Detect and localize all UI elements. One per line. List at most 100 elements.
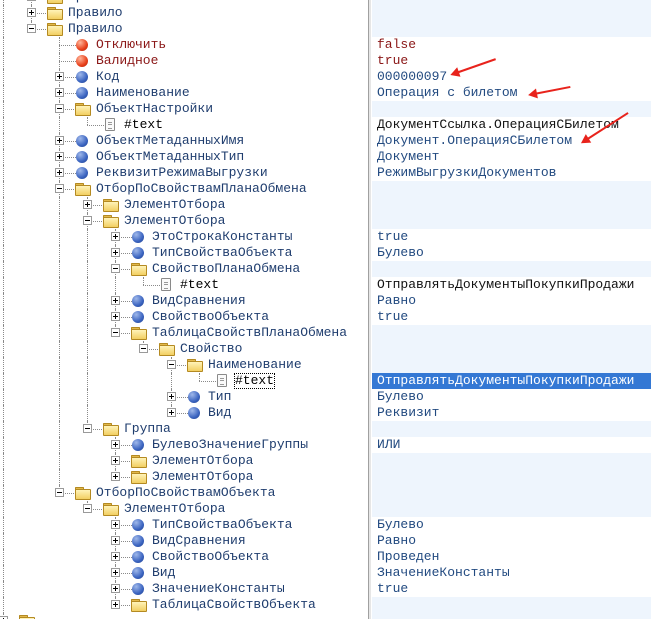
node-value[interactable] (372, 213, 651, 229)
collapse-icon[interactable] (27, 24, 36, 33)
node-value[interactable]: true (372, 309, 651, 325)
expand-icon[interactable] (111, 552, 120, 561)
node-value[interactable]: Операция с билетом (372, 85, 651, 101)
values-panel[interactable]: false true 000000097 Операция с билетом Доку… (372, 0, 651, 619)
expand-icon[interactable] (55, 136, 64, 145)
expand-icon[interactable] (111, 520, 120, 529)
tree-node[interactable]: Наименование (0, 357, 369, 373)
collapse-icon[interactable] (55, 488, 64, 497)
node-value[interactable]: РежимВыгрузкиДокументов (372, 165, 651, 181)
tree-node[interactable]: ОбъектМетаданныхИмя (0, 133, 369, 149)
tree-node[interactable]: ТаблицаСвойствПланаОбмена (0, 325, 369, 341)
node-value[interactable]: true (372, 53, 651, 69)
node-value[interactable] (372, 261, 651, 277)
node-value[interactable]: Равно (372, 533, 651, 549)
collapse-icon[interactable] (167, 360, 176, 369)
tree-node[interactable]: ЭлементОтбора (0, 213, 369, 229)
tree-node[interactable]: ЭлементОтбора (0, 453, 369, 469)
collapse-icon[interactable] (111, 264, 120, 273)
xml-tree-panel[interactable]: ПравилоПравилоПравилоОтключитьВалидноеКо… (0, 0, 369, 619)
column-splitter[interactable] (368, 0, 371, 619)
tree-node[interactable]: ТаблицаСвойствОбъекта (0, 597, 369, 613)
tree-node[interactable]: Тип (0, 389, 369, 405)
tree-node[interactable]: ТипСвойстваОбъекта (0, 517, 369, 533)
tree-node[interactable]: #text (0, 117, 369, 133)
tree-node[interactable]: ВидСравнения (0, 533, 369, 549)
tree-node[interactable]: ОбъектМетаданныхТип (0, 149, 369, 165)
expand-icon[interactable] (167, 392, 176, 401)
tree-node[interactable]: Правило (0, 5, 369, 21)
expand-icon[interactable] (111, 472, 120, 481)
tree-node[interactable]: Отключить (0, 37, 369, 53)
expand-icon[interactable] (111, 600, 120, 609)
node-value[interactable]: Реквизит (372, 405, 651, 421)
tree-node[interactable]: Вид (0, 405, 369, 421)
tree-node[interactable]: БулевоЗначениеГруппы (0, 437, 369, 453)
node-value[interactable] (372, 181, 651, 197)
node-value[interactable]: ОтправлятьДокументыПокупкиПродажи (372, 373, 651, 389)
node-value[interactable]: ОтправлятьДокументыПокупкиПродажи (372, 277, 651, 293)
node-value[interactable]: false (372, 37, 651, 53)
expand-icon[interactable] (27, 8, 36, 17)
tree-node[interactable] (0, 613, 369, 619)
tree-node[interactable]: Валидное (0, 53, 369, 69)
node-value[interactable]: true (372, 581, 651, 597)
tree-node[interactable]: #text (0, 277, 369, 293)
expand-icon[interactable] (55, 168, 64, 177)
node-value[interactable] (372, 21, 651, 37)
node-value[interactable] (372, 469, 651, 485)
node-value[interactable] (372, 453, 651, 469)
tree-node[interactable]: СвойствоПланаОбмена (0, 261, 369, 277)
collapse-icon[interactable] (83, 504, 92, 513)
expand-icon[interactable] (111, 584, 120, 593)
node-value[interactable] (372, 485, 651, 501)
node-value[interactable] (372, 197, 651, 213)
tree-node[interactable]: Код (0, 69, 369, 85)
expand-icon[interactable] (83, 200, 92, 209)
tree-node[interactable]: Свойство (0, 341, 369, 357)
tree-node[interactable]: ЭлементОтбора (0, 469, 369, 485)
tree-node[interactable]: РеквизитРежимаВыгрузки (0, 165, 369, 181)
tree-node[interactable]: ТипСвойстваОбъекта (0, 245, 369, 261)
node-value[interactable] (372, 341, 651, 357)
node-value[interactable]: Булево (372, 245, 651, 261)
expand-icon[interactable] (111, 568, 120, 577)
tree-node[interactable]: СвойствоОбъекта (0, 549, 369, 565)
collapse-icon[interactable] (55, 184, 64, 193)
tree-node[interactable]: ЭлементОтбора (0, 501, 369, 517)
expand-icon[interactable] (111, 440, 120, 449)
node-value[interactable]: Булево (372, 517, 651, 533)
node-value[interactable]: Документ (372, 149, 651, 165)
tree-node[interactable]: ЭтоСтрокаКонстанты (0, 229, 369, 245)
collapse-icon[interactable] (139, 344, 148, 353)
tree-node[interactable]: ОтборПоСвойствамПланаОбмена (0, 181, 369, 197)
expand-icon[interactable] (55, 152, 64, 161)
node-value[interactable] (372, 421, 651, 437)
collapse-icon[interactable] (55, 104, 64, 113)
tree-node[interactable]: ОбъектНастройки (0, 101, 369, 117)
node-value[interactable]: Проведен (372, 549, 651, 565)
tree-node[interactable]: ЭлементОтбора (0, 197, 369, 213)
expand-icon[interactable] (111, 312, 120, 321)
tree-node[interactable]: Правило (0, 21, 369, 37)
collapse-icon[interactable] (83, 424, 92, 433)
node-value[interactable]: ЗначениеКонстанты (372, 565, 651, 581)
collapse-icon[interactable] (111, 328, 120, 337)
tree-node[interactable]: Вид (0, 565, 369, 581)
node-value[interactable] (372, 501, 651, 517)
node-value[interactable]: 000000097 (372, 69, 651, 85)
expand-icon[interactable] (111, 248, 120, 257)
tree-node[interactable]: ЗначениеКонстанты (0, 581, 369, 597)
tree-node[interactable]: Группа (0, 421, 369, 437)
node-value[interactable] (372, 357, 651, 373)
node-value[interactable] (372, 325, 651, 341)
expand-icon[interactable] (27, 0, 36, 1)
expand-icon[interactable] (55, 88, 64, 97)
expand-icon[interactable] (111, 456, 120, 465)
node-value[interactable] (372, 101, 651, 117)
expand-icon[interactable] (167, 408, 176, 417)
node-value[interactable]: true (372, 229, 651, 245)
collapse-icon[interactable] (83, 216, 92, 225)
tree-node[interactable]: ВидСравнения (0, 293, 369, 309)
expand-icon[interactable] (111, 296, 120, 305)
